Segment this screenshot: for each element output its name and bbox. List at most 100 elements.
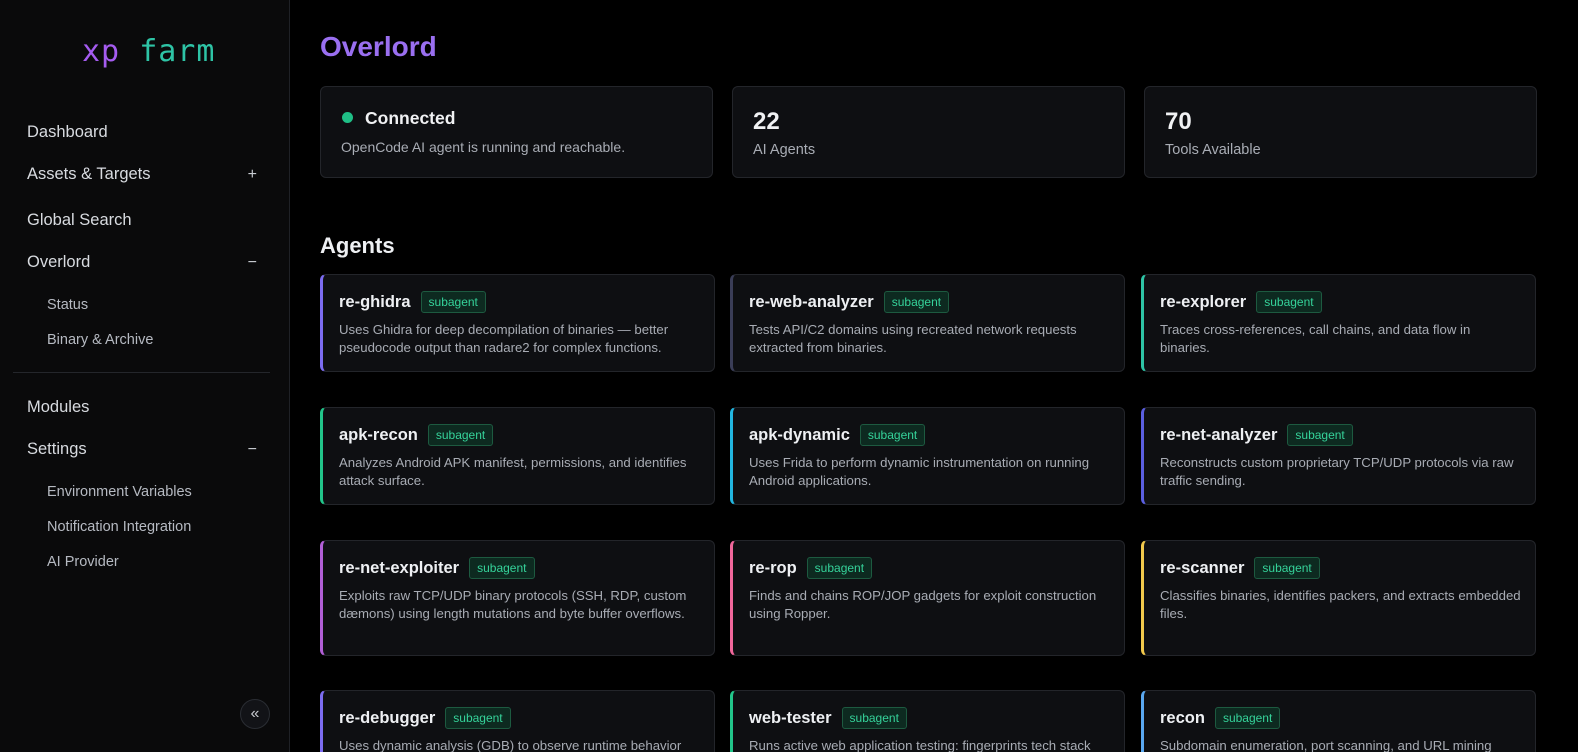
agent-description: Uses Frida to perform dynamic instrument… [749,455,1090,488]
nav-overlord-status[interactable]: Status [47,297,88,313]
agent-description: Exploits raw TCP/UDP binary protocols (S… [339,588,687,621]
agent-card-apk-recon[interactable]: apk-recon subagent Analyzes Android APK ma… [320,407,715,505]
agent-card-re-rop[interactable]: re-rop subagent Finds and chains ROP/JOP g… [730,540,1125,656]
agent-card-header: re-scanner subagent [1160,557,1320,579]
agents-section-title: Agents [320,233,395,258]
agent-type-badge: subagent [1287,424,1353,446]
agent-description: Classifies binaries, identifies packers,… [1160,588,1521,621]
nav-dashboard[interactable]: Dashboard [27,123,257,142]
nav-global-search-label: Global Search [27,211,132,229]
agent-card-web-tester[interactable]: web-tester subagent Runs active web applic… [730,690,1125,752]
sidebar-collapse-button[interactable]: « [240,699,270,729]
double-chevron-left-icon: « [250,705,260,722]
nav-settings-label: Settings [27,440,87,458]
page-title: Overlord [320,31,437,62]
main-content: Overlord Connected OpenCode AI agent is … [291,0,1578,752]
agent-card-header: re-explorer subagent [1160,291,1322,313]
expand-icon[interactable]: + [248,166,257,184]
nav-global-search[interactable]: Global Search [27,211,257,230]
stat-tools-value: 70 [1165,108,1192,135]
nav-dashboard-label: Dashboard [27,123,108,141]
status-card: Connected OpenCode AI agent is running a… [320,86,713,178]
agent-name: re-debugger [339,708,436,727]
agent-description: Traces cross-references, call chains, an… [1160,322,1471,355]
agent-type-badge: subagent [420,291,486,313]
agent-card-header: re-rop subagent [749,557,873,579]
status-title: Connected [365,108,456,128]
nav-assets-label: Assets & Targets [27,165,151,183]
agent-description: Tests API/C2 domains using recreated net… [749,322,1077,355]
agent-type-badge: subagent [859,424,926,446]
agent-name: web-tester [749,708,832,727]
agent-type-badge: subagent [883,291,950,313]
stat-card-tools: 70 Tools Available [1144,86,1537,178]
agent-name: re-web-analyzer [749,292,874,311]
agent-card-header: re-net-analyzer subagent [1160,424,1353,446]
agent-name: re-net-analyzer [1160,425,1278,444]
agent-card-header: apk-dynamic subagent [749,424,926,446]
agent-card-header: re-web-analyzer subagent [749,291,950,313]
agent-description: Uses Ghidra for deep decompilation of bi… [339,322,669,355]
agent-card-header: re-net-exploiter subagent [339,557,535,579]
agent-card-re-ghidra[interactable]: re-ghidra subagent Uses Ghidra for deep de… [320,274,715,372]
collapse-icon[interactable]: − [248,441,257,459]
agent-card-re-debugger[interactable]: re-debugger subagent Uses dynamic analysis… [320,690,715,752]
nav-modules[interactable]: Modules [27,398,257,417]
sidebar: xp farm Dashboard Assets & Targets + Glo… [0,0,290,752]
agent-type-badge: subagent [469,557,535,579]
collapse-icon[interactable]: − [248,254,257,272]
agent-card-header: recon subagent [1160,707,1281,729]
agent-card-header: apk-recon subagent [339,424,494,446]
agent-description: Analyzes Android APK manifest, permissio… [339,455,687,488]
agent-type-badge: subagent [1254,557,1320,579]
agent-name: apk-dynamic [749,425,850,444]
agent-description: Finds and chains ROP/JOP gadgets for exp… [749,588,1097,621]
agent-name: re-scanner [1160,558,1245,577]
nav-overlord-label: Overlord [27,253,91,271]
agent-name: re-explorer [1160,292,1247,311]
agent-name: re-ghidra [339,292,411,311]
nav-settings-notification[interactable]: Notification Integration [47,519,191,535]
stat-agents-value: 22 [753,108,780,135]
agent-type-badge: subagent [445,707,511,729]
nav-settings-env-vars[interactable]: Environment Variables [47,484,192,500]
nav-settings[interactable]: Settings − [27,440,257,459]
agent-card-apk-dynamic[interactable]: apk-dynamic subagent Uses Frida to perform… [730,407,1125,505]
app-logo[interactable]: xp farm [82,34,215,69]
agent-card-recon[interactable]: recon subagent Subdomain enumeration, port… [1141,690,1536,752]
agent-description: Runs active web application testing: fin… [749,738,1091,752]
logo-text-farm: farm [139,34,216,69]
agent-description: Reconstructs custom proprietary TCP/UDP … [1160,455,1514,488]
agent-card-header: web-tester subagent [749,707,907,729]
nav-settings-ai-provider[interactable]: AI Provider [47,554,119,570]
agent-card-re-net-analyzer[interactable]: re-net-analyzer subagent Reconstructs cust… [1141,407,1536,505]
agent-type-badge: subagent [806,557,873,579]
agent-card-header: re-debugger subagent [339,707,511,729]
agent-name: re-rop [749,558,797,577]
agent-type-badge: subagent [1256,291,1322,313]
agent-type-badge: subagent [841,707,907,729]
agent-type-badge: subagent [427,424,494,446]
nav-modules-label: Modules [27,398,90,416]
logo-text-xp: xp [82,34,121,69]
sidebar-divider [13,372,270,373]
stat-agents-label: AI Agents [753,142,816,158]
nav-overlord-binary-archive[interactable]: Binary & Archive [47,332,153,348]
agent-name: recon [1160,708,1205,727]
agent-name: apk-recon [339,425,418,444]
stat-card-agents: 22 AI Agents [732,86,1125,178]
status-description: OpenCode AI agent is running and reachab… [341,139,626,155]
agent-card-re-net-exploiter[interactable]: re-net-exploiter subagent Exploits raw TCP… [320,540,715,656]
nav-assets-targets[interactable]: Assets & Targets + [27,165,257,184]
agent-name: re-net-exploiter [339,558,460,577]
stat-tools-label: Tools Available [1165,142,1261,158]
agent-card-re-scanner[interactable]: re-scanner subagent Classifies binaries, i… [1141,540,1536,656]
agent-card-header: re-ghidra subagent [339,291,486,313]
agent-type-badge: subagent [1214,707,1281,729]
agent-card-re-web-analyzer[interactable]: re-web-analyzer subagent Tests API/C2 doma… [730,274,1125,372]
agent-description: Subdomain enumeration, port scanning, an… [1160,738,1492,752]
agent-description: Uses dynamic analysis (GDB) to observe r… [339,738,682,752]
agent-card-re-explorer[interactable]: re-explorer subagent Traces cross-referenc… [1141,274,1536,372]
nav-overlord[interactable]: Overlord − [27,253,257,272]
status-dot-icon [342,112,353,123]
